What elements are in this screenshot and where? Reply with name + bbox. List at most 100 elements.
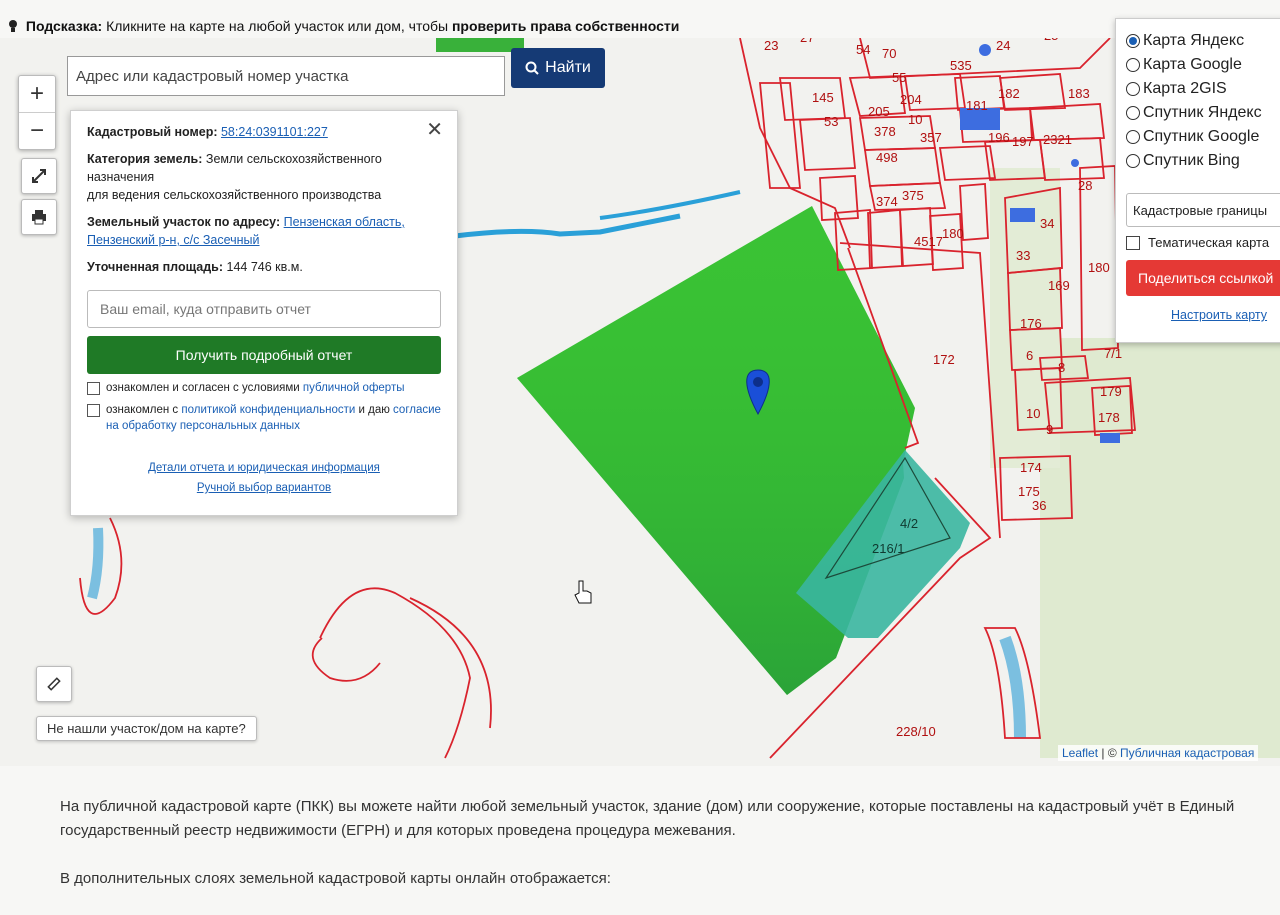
privacy-text: ознакомлен с [106, 404, 179, 416]
map-label: 6 [1026, 348, 1033, 363]
map-label: 7/1 [1104, 346, 1122, 361]
privacy-checkbox[interactable] [87, 404, 100, 417]
map-label: 71 [910, 38, 924, 41]
close-icon[interactable]: ✕ [426, 117, 443, 142]
area-label: Уточненная площадь: [87, 260, 224, 274]
layer-option-google-map[interactable]: Карта Google [1126, 53, 1280, 77]
category-label: Категория земель: [87, 152, 203, 166]
map-label: 204 [900, 92, 922, 107]
radio-button[interactable] [1126, 130, 1140, 144]
article-paragraph: В дополнительных слоях земельной кадастр… [60, 870, 611, 887]
map-label: 145 [812, 90, 834, 105]
area-value: 144 746 кв.м. [226, 260, 303, 274]
map-label: 180 [942, 226, 964, 241]
map-label: 36 [1032, 498, 1046, 513]
configure-map-link[interactable]: Настроить карту [1171, 308, 1280, 322]
lightbulb-icon [9, 20, 17, 32]
map-label: 378 [874, 124, 896, 139]
privacy-agreement: ознакомлен с политикой конфиденциальност… [87, 402, 441, 434]
map-label: 196 [988, 130, 1010, 145]
map-label: 27 [800, 38, 814, 45]
map-label: 10 [908, 112, 922, 127]
source-link[interactable]: Публичная кадастровая [1120, 746, 1254, 760]
map-label: 179 [1100, 384, 1122, 399]
parcel-info-popup: ✕ Кадастровый номер: 58:24:0391101:227 К… [70, 110, 458, 516]
layer-option-yandex-map[interactable]: Карта Яндекс [1126, 29, 1280, 53]
map-label: 216/1 [872, 541, 905, 556]
map-label: 23 [764, 38, 778, 53]
category-value-2: для ведения сельскохозяйственного произв… [87, 188, 382, 202]
hand-cursor-icon [574, 580, 592, 604]
map-label: 498 [876, 150, 898, 165]
map-label: 4517 [914, 234, 943, 249]
thematic-map-toggle[interactable]: Тематическая карта [1126, 235, 1280, 250]
zoom-out-button[interactable]: − [19, 112, 55, 149]
measure-button[interactable] [36, 666, 72, 702]
layer-option-label: Карта 2GIS [1143, 80, 1227, 97]
zoom-in-button[interactable]: + [19, 76, 55, 112]
layer-option-google-satellite[interactable]: Спутник Google [1126, 125, 1280, 149]
category-row: Категория земель: Земли сельскохозяйстве… [87, 150, 441, 204]
radio-button[interactable] [1126, 58, 1140, 72]
map-label: 228/10 [896, 724, 936, 739]
cadastral-label: Кадастровый номер: [87, 125, 218, 139]
address-row: Земельный участок по адресу: Пензенская … [87, 213, 441, 249]
manual-select-link[interactable]: Ручной выбор вариантов [87, 478, 441, 498]
radio-button[interactable] [1126, 34, 1140, 48]
radio-button[interactable] [1126, 106, 1140, 120]
article-paragraph: На публичной кадастровой карте (ПКК) вы … [60, 798, 1235, 839]
ruler-icon [47, 677, 61, 691]
map-label: 176 [1020, 316, 1042, 331]
search-input[interactable]: Адрес или кадастровый номер участка [67, 56, 505, 96]
layer-option-2gis-map[interactable]: Карта 2GIS [1126, 77, 1280, 101]
layer-option-bing-satellite[interactable]: Спутник Bing [1126, 149, 1280, 173]
search-button[interactable]: Найти [511, 48, 605, 88]
print-button[interactable] [21, 199, 57, 235]
map-label: 10 [1026, 406, 1040, 421]
map-label: 54 [856, 42, 870, 57]
offer-agreement: ознакомлен и согласен с условиями публич… [87, 380, 441, 396]
map-label: 205 [868, 104, 890, 119]
map-label: 70 [882, 46, 896, 61]
offer-text: ознакомлен и согласен с условиями [106, 382, 300, 394]
email-field[interactable]: Ваш email, куда отправить отчет [87, 290, 441, 328]
leaflet-link[interactable]: Leaflet [1062, 746, 1098, 760]
fullscreen-button[interactable] [21, 158, 57, 194]
radio-button[interactable] [1126, 154, 1140, 168]
map-label: 34 [1040, 216, 1054, 231]
layer-option-label: Карта Google [1143, 56, 1242, 73]
offer-link[interactable]: публичной оферты [303, 382, 405, 394]
map-label: 374 [876, 194, 898, 209]
layer-option-label: Спутник Яндекс [1143, 104, 1262, 121]
map-label: 197 [1012, 134, 1034, 149]
get-report-button[interactable]: Получить подробный отчет [87, 336, 441, 374]
overlay-select[interactable]: Кадастровые границы [1126, 193, 1280, 227]
map-label: 33 [1016, 248, 1030, 263]
details-link[interactable]: Детали отчета и юридическая информация [87, 458, 441, 478]
popup-footer-links: Детали отчета и юридическая информация Р… [87, 458, 441, 498]
offer-checkbox[interactable] [87, 382, 100, 395]
privacy-text-2: и даю [358, 404, 390, 416]
layer-option-label: Спутник Google [1143, 128, 1260, 145]
share-link-button[interactable]: Поделиться ссылкой [1126, 260, 1280, 296]
attribution-separator: | © [1101, 746, 1117, 760]
map-label: 8 [1058, 360, 1065, 375]
map-label: 169 [1048, 278, 1070, 293]
map-label: 4/2 [900, 516, 918, 531]
layer-option-label: Карта Яндекс [1143, 32, 1245, 49]
radio-button[interactable] [1126, 82, 1140, 96]
thematic-checkbox[interactable] [1126, 235, 1140, 250]
map-label: 535 [950, 58, 972, 73]
map-label: 182 [998, 86, 1020, 101]
hint-line: Подсказка: Кликните на карте на любой уч… [8, 18, 679, 34]
layer-option-yandex-satellite[interactable]: Спутник Яндекс [1126, 101, 1280, 125]
map-label: 181 [966, 98, 988, 113]
map-label: 28 [1078, 178, 1092, 193]
map-label: 24 [996, 38, 1010, 53]
privacy-link[interactable]: политикой конфиденциальности [181, 404, 355, 416]
thematic-label: Тематическая карта [1148, 235, 1270, 250]
map-label: 183 [1068, 86, 1090, 101]
map-label: 172 [933, 352, 955, 367]
not-found-link[interactable]: Не нашли участок/дом на карте? [36, 716, 257, 741]
cadastral-number-link[interactable]: 58:24:0391101:227 [221, 125, 328, 139]
